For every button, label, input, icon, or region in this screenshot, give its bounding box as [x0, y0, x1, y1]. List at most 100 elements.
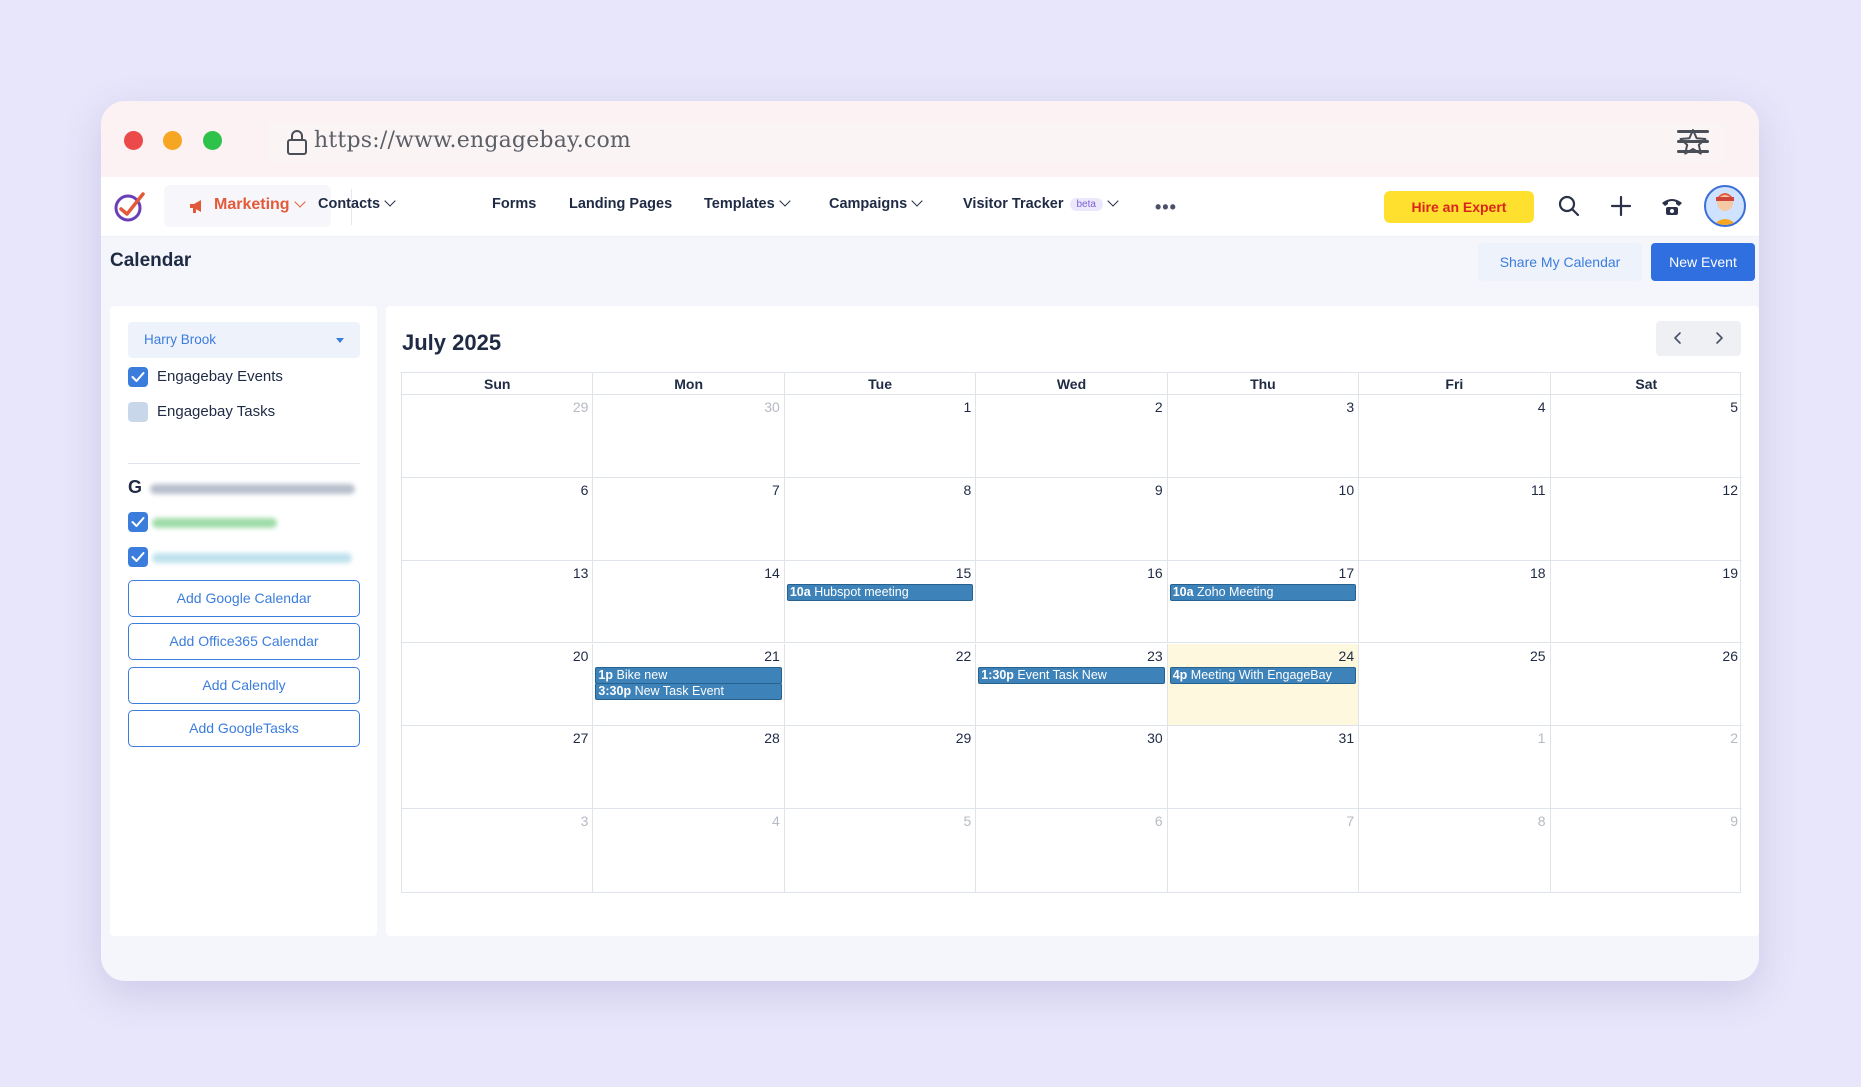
new-event-button[interactable]: New Event — [1651, 243, 1755, 281]
day-cell[interactable]: 3 — [402, 809, 594, 892]
plus-icon[interactable] — [1608, 193, 1634, 219]
chevron-left-icon[interactable] — [1670, 330, 1686, 346]
phone-icon[interactable] — [1659, 193, 1685, 219]
day-cell[interactable]: 30 — [593, 395, 785, 478]
day-cell[interactable]: 10 — [1167, 477, 1360, 561]
add-calendly-button[interactable]: Add Calendly — [128, 667, 360, 704]
user-select[interactable]: Harry Brook — [128, 322, 360, 358]
module-switcher[interactable]: Marketing — [164, 185, 331, 227]
day-cell[interactable]: 30 — [976, 726, 1168, 810]
hamburger-menu-icon[interactable] — [1677, 129, 1709, 155]
checkbox-unchecked[interactable] — [128, 402, 148, 422]
share-calendar-button[interactable]: Share My Calendar — [1478, 243, 1642, 281]
day-number: 5 — [1730, 399, 1738, 415]
nav-contacts[interactable]: Contacts — [318, 195, 396, 212]
day-number: 20 — [572, 647, 589, 664]
nav-forms[interactable]: Forms — [492, 196, 536, 212]
nav-campaigns[interactable]: Campaigns — [829, 195, 923, 212]
day-cell[interactable]: 22 — [784, 643, 977, 727]
day-number: 19 — [1722, 564, 1738, 581]
day-cell[interactable]: 19 — [1550, 561, 1742, 644]
day-cell[interactable]: 5 — [785, 809, 977, 892]
calendar-event[interactable]: 1:30p Event Task New — [978, 666, 1165, 684]
calendar-event[interactable]: 1p Bike new — [595, 666, 782, 684]
day-cell[interactable]: 29 — [402, 395, 594, 478]
day-number: 28 — [764, 730, 780, 747]
day-cell[interactable]: 23 1:30p Event Task New — [976, 643, 1168, 727]
day-cell[interactable]: 15 10a Hubspot meeting — [784, 560, 977, 644]
day-cell-today[interactable]: 24 4p Meeting With EngageBay — [1167, 643, 1360, 727]
day-cell[interactable]: 4 — [593, 809, 785, 892]
url-text[interactable]: https://www.engagebay.com — [314, 128, 631, 153]
day-cell[interactable]: 1 — [1359, 726, 1551, 810]
day-cell[interactable]: 27 — [402, 726, 594, 810]
chevron-down-icon — [911, 195, 923, 207]
day-cell[interactable]: 18 — [1359, 560, 1551, 644]
day-number: 21 — [764, 647, 780, 664]
day-cell[interactable]: 31 — [1167, 726, 1360, 810]
chevron-down-icon — [1107, 195, 1119, 207]
day-cell[interactable]: 5 — [1550, 395, 1742, 478]
minimize-window-button[interactable] — [163, 131, 182, 150]
nav-visitor-tracker[interactable]: Visitor Tracker beta — [963, 195, 1119, 212]
checkbox-checked[interactable] — [128, 367, 148, 387]
day-number: 30 — [764, 399, 780, 415]
day-cell[interactable]: 9 — [976, 477, 1168, 561]
day-cell[interactable]: 2 — [976, 395, 1168, 478]
day-cell[interactable]: 26 — [1550, 644, 1742, 727]
day-cell[interactable]: 28 — [593, 726, 785, 810]
day-cell[interactable]: 25 — [1359, 643, 1551, 727]
engagebay-logo[interactable] — [113, 189, 147, 223]
day-cell[interactable]: 6 — [402, 477, 594, 561]
day-cell[interactable]: 7 — [593, 477, 785, 561]
add-office365-calendar-button[interactable]: Add Office365 Calendar — [128, 623, 360, 660]
search-icon[interactable] — [1556, 193, 1582, 219]
event-time: 10a — [1172, 584, 1194, 599]
close-window-button[interactable] — [124, 131, 143, 150]
day-cell[interactable]: 1 — [784, 395, 977, 478]
day-cell[interactable]: 6 — [976, 809, 1168, 892]
address-bar[interactable]: https://www.engagebay.com — [268, 122, 1726, 162]
add-googletasks-button[interactable]: Add GoogleTasks — [128, 710, 360, 747]
day-cell[interactable]: 14 — [593, 560, 785, 644]
nav-landing-pages[interactable]: Landing Pages — [569, 196, 672, 212]
day-cell[interactable]: 13 — [402, 560, 594, 644]
day-cell[interactable]: 29 — [784, 726, 977, 810]
calendar-event[interactable]: 10a Hubspot meeting — [786, 583, 974, 601]
day-cell[interactable]: 8 — [1359, 809, 1551, 892]
event-title: Event Task New — [1017, 667, 1107, 682]
chevron-right-icon[interactable] — [1711, 330, 1727, 346]
day-number: 12 — [1722, 481, 1738, 498]
hire-expert-button[interactable]: Hire an Expert — [1384, 191, 1534, 223]
day-cell[interactable]: 3 — [1167, 395, 1360, 478]
day-cell[interactable]: 8 — [784, 477, 977, 561]
calendar-event[interactable]: 3:30p New Task Event — [595, 682, 782, 700]
day-number: 1 — [963, 399, 972, 415]
nav-templates[interactable]: Templates — [704, 195, 791, 212]
calendar-panel: July 2025 Sun Mon Tue Wed Thu Fri Sat 29 30 1 2 3 4 5… — [386, 306, 1759, 936]
day-number: 29 — [572, 399, 589, 415]
add-google-calendar-button[interactable]: Add Google Calendar — [128, 580, 360, 617]
calendar-event[interactable]: 10a Zoho Meeting — [1169, 583, 1357, 601]
day-cell[interactable]: 21 1p Bike new 3:30p New Task Event — [593, 643, 785, 727]
checkbox-checked[interactable] — [128, 547, 148, 567]
calendar-event[interactable]: 4p Meeting With EngageBay — [1169, 666, 1357, 684]
day-number: 24 — [1338, 647, 1355, 664]
more-options-icon[interactable]: ••• — [1155, 197, 1177, 218]
day-cell[interactable]: 17 10a Zoho Meeting — [1167, 560, 1360, 644]
day-number: 3 — [1346, 399, 1355, 415]
day-cell[interactable]: 9 — [1551, 809, 1742, 892]
day-cell[interactable]: 11 — [1359, 477, 1551, 561]
day-cell[interactable]: 4 — [1359, 395, 1551, 478]
day-number: 5 — [963, 813, 972, 830]
user-avatar[interactable] — [1704, 185, 1746, 227]
day-cell[interactable]: 2 — [1550, 726, 1742, 810]
day-cell[interactable]: 7 — [1168, 809, 1360, 892]
day-cell[interactable]: 16 — [976, 560, 1168, 644]
day-number: 25 — [1529, 647, 1546, 664]
checkbox-checked[interactable] — [128, 512, 148, 532]
day-cell[interactable]: 20 — [402, 643, 594, 727]
day-number: 26 — [1722, 647, 1738, 664]
maximize-window-button[interactable] — [203, 131, 222, 150]
day-cell[interactable]: 12 — [1550, 478, 1742, 561]
